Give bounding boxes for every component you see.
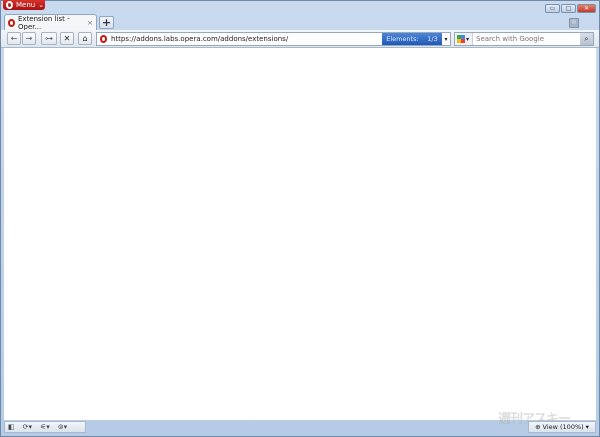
stop-button[interactable]: ✕ — [60, 32, 74, 45]
maximize-button[interactable]: □ — [561, 4, 576, 13]
status-bar: ◧ ⟳▾ ⚟▾ ⊚▾ — [4, 421, 86, 433]
opera-link-sync-button[interactable]: ⟳▾ — [23, 423, 32, 431]
view-label: View (100%) — [542, 423, 584, 431]
chevron-down-icon: ⌄ — [38, 1, 45, 9]
close-window-button[interactable]: ✕ — [577, 4, 596, 13]
wand-button[interactable]: ⊶ — [41, 32, 57, 45]
search-engine-selector[interactable]: ▾ — [455, 33, 473, 45]
back-button[interactable]: ← — [7, 32, 21, 45]
window-controls: ▭ □ ✕ — [545, 4, 596, 13]
home-button[interactable]: ⌂ — [78, 32, 92, 45]
panel-toggle-button[interactable]: ◧ — [8, 423, 15, 431]
google-icon — [457, 35, 465, 43]
elements-indicator[interactable]: Elements: 1/3 — [382, 33, 442, 45]
minimize-button[interactable]: ▭ — [545, 4, 560, 13]
address-bar[interactable]: https://addons.labs.opera.com/addons/ext… — [96, 32, 451, 46]
tab-extension-list[interactable]: Extension list - Oper... × — [4, 14, 97, 31]
site-security-icon — [100, 35, 107, 43]
forward-button[interactable]: → — [22, 32, 36, 45]
trash-can-icon[interactable]: ♲ — [569, 18, 579, 28]
opera-menu-button[interactable]: Menu ⌄ — [3, 0, 45, 10]
navigation-toolbar: ← → ⊶ ✕ ⌂ https://addons.labs.opera.com/… — [1, 30, 599, 48]
address-dropdown-button[interactable]: ▾ — [442, 33, 450, 45]
url-text: https://addons.labs.opera.com/addons/ext… — [111, 35, 289, 43]
new-tab-button[interactable]: + — [99, 16, 114, 29]
tab-title: Extension list - Oper... — [18, 15, 70, 31]
search-input[interactable] — [473, 35, 573, 43]
opera-unite-button[interactable]: ⚟▾ — [40, 423, 50, 431]
magnifier-icon: ⊕ — [535, 423, 541, 431]
chevron-down-icon: ▾ — [466, 35, 470, 43]
opera-favicon-icon — [8, 19, 15, 27]
zoom-view-button[interactable]: ⊕ View (100%) ▾ — [528, 421, 596, 433]
page-content — [4, 48, 596, 420]
menu-label: Menu — [16, 1, 36, 9]
elements-count: 1/3 — [427, 35, 438, 43]
search-box: ▾ ⌕ — [454, 32, 594, 46]
search-button[interactable]: ⌕ — [580, 33, 593, 45]
tab-close-button[interactable]: × — [87, 19, 93, 27]
opera-turbo-button[interactable]: ⊚▾ — [58, 423, 67, 431]
opera-logo-icon — [6, 1, 13, 9]
elements-label: Elements: — [386, 35, 419, 43]
chevron-down-icon: ▾ — [585, 423, 589, 431]
